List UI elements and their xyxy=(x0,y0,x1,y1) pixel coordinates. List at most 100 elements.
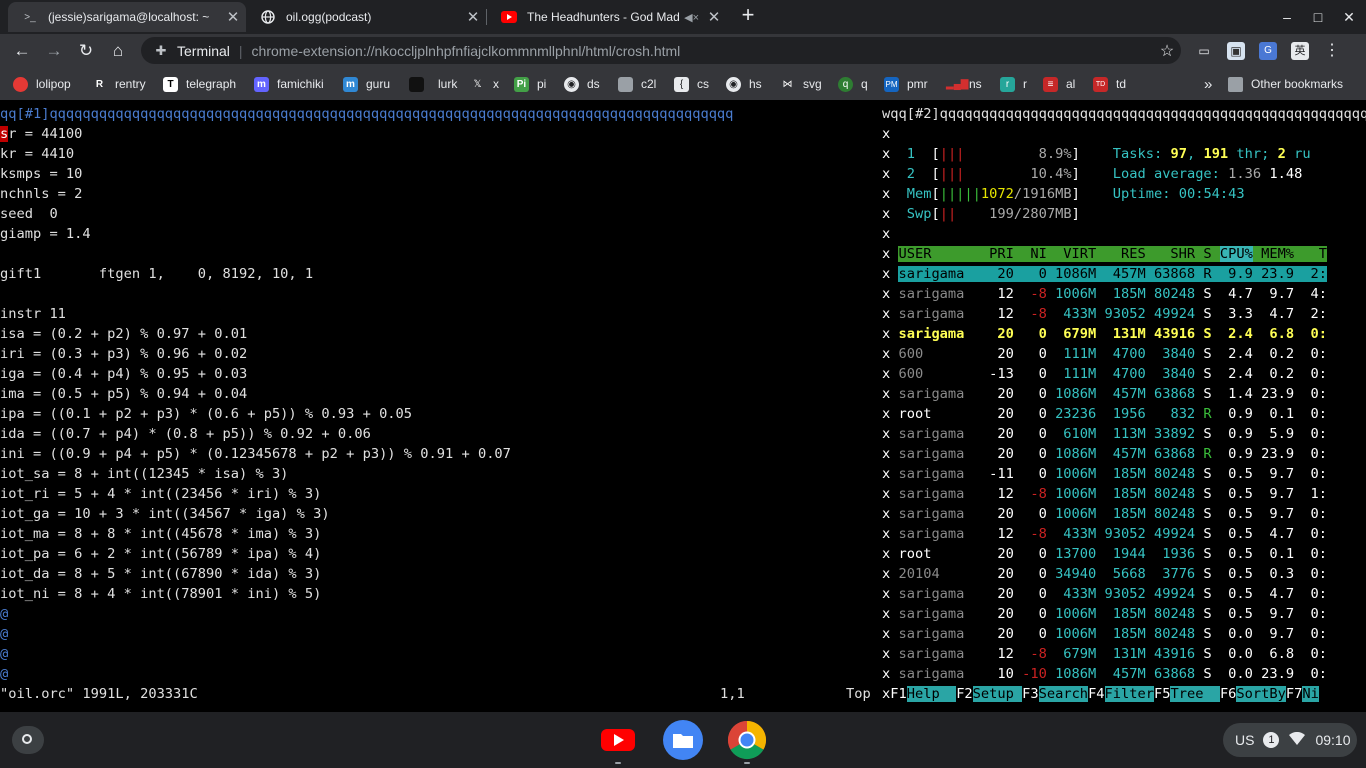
process-row[interactable]: x sarigama 20 0 1006M 185M 80248 S 0.5 9… xyxy=(882,604,1327,624)
other-bookmarks[interactable]: Other bookmarks xyxy=(1228,75,1343,93)
fkey-f1[interactable]: F1 xyxy=(890,686,906,702)
process-row[interactable]: x root 20 0 23236 1956 832 R 0.9 0.1 0: xyxy=(882,404,1327,424)
terminal-area[interactable]: qq[#1]qqqqqqqqqqqqqqqqqqqqqqqqqqqqqqqqqq… xyxy=(0,104,1366,708)
bookmark-telegraph[interactable]: Ttelegraph xyxy=(163,75,236,93)
close-icon[interactable]: ✕ xyxy=(701,8,727,26)
process-row[interactable]: x sarigama 20 0 433M 93052 49924 S 0.5 4… xyxy=(882,584,1327,604)
bookmark-r[interactable]: rr xyxy=(1000,75,1027,93)
process-row[interactable]: x sarigama 12 -8 433M 93052 49924 S 3.3 … xyxy=(882,304,1327,324)
bookmark-ns[interactable]: ▂▄▇ ns xyxy=(946,75,982,93)
shelf-app-files[interactable] xyxy=(663,720,703,760)
usage-cells: 0.5 9.7 0: xyxy=(1211,466,1328,482)
code-text: iga = (0.4 + p4) % 0.95 + 0.03 xyxy=(0,366,248,382)
fkey-label[interactable]: SortBy xyxy=(1236,686,1286,702)
code-line: gift1 ftgen 1, 0, 8192, 10, 1 xyxy=(0,264,313,284)
address-bar[interactable]: ✚ Terminal | chrome-extension://nkoccljp… xyxy=(141,37,1181,64)
status-tray[interactable]: US 1 09:10 xyxy=(1223,723,1357,757)
launcher-button[interactable] xyxy=(12,726,44,754)
menu-kebab-icon[interactable]: ⋮ xyxy=(1323,42,1341,60)
process-row[interactable]: x sarigama 12 -8 433M 93052 49924 S 0.5 … xyxy=(882,524,1327,544)
speaker-muted-icon[interactable]: ◀× xyxy=(684,11,699,24)
fkey-label[interactable]: Ni xyxy=(1302,686,1319,702)
bookmarks-overflow-button[interactable]: » xyxy=(1204,75,1212,93)
reload-button[interactable]: ↻ xyxy=(74,39,98,63)
tab-oil-podcast[interactable]: oil.ogg(podcast) ✕ xyxy=(246,2,486,32)
process-row[interactable]: x sarigama -11 0 1006M 185M 80248 S 0.5 … xyxy=(882,464,1327,484)
process-row[interactable]: x sarigama 20 0 1086M 457M 63868 S 1.4 2… xyxy=(882,384,1327,404)
bookmark-c2l[interactable]: c2l xyxy=(618,75,656,93)
bookmark-svg[interactable]: ⋈ svg xyxy=(780,75,822,93)
home-button[interactable]: ⌂ xyxy=(106,39,130,63)
close-window-button[interactable]: ✕ xyxy=(1338,6,1360,28)
process-row[interactable]: x sarigama 12 -8 679M 131M 43916 S 0.0 6… xyxy=(882,644,1327,664)
fkey-f2[interactable]: F2 xyxy=(956,686,972,702)
meter-bracket: ] xyxy=(1071,206,1080,222)
url-text[interactable]: chrome-extension://nkoccljplnhpfnfiajclk… xyxy=(252,43,1153,59)
bookmark-cs[interactable]: {cs xyxy=(674,75,709,93)
maximize-button[interactable]: □ xyxy=(1307,6,1329,28)
bookmark-hs[interactable]: ◉ hs xyxy=(726,75,762,93)
bookmark-x[interactable]: 𝕏x xyxy=(470,75,499,93)
shelf-app-youtube[interactable] xyxy=(598,720,638,760)
code-text: giamp = 1.4 xyxy=(0,226,91,242)
bookmark-guru[interactable]: m guru xyxy=(343,75,390,93)
shelf-app-chrome[interactable] xyxy=(727,720,767,760)
close-icon[interactable]: ✕ xyxy=(460,8,486,26)
minimize-button[interactable]: – xyxy=(1276,6,1298,28)
bookmark-q[interactable]: qq xyxy=(838,75,868,93)
process-row[interactable]: x 20104 20 0 34940 5668 3776 S 0.5 0.3 0… xyxy=(882,564,1327,584)
tab-terminal[interactable]: >_ (jessie)sarigama@localhost: ~ ✕ xyxy=(8,2,246,32)
state-cell: R xyxy=(1195,406,1212,422)
ime-icon[interactable]: 英 xyxy=(1291,42,1309,60)
image-extension-icon[interactable]: ▣ xyxy=(1227,42,1245,60)
bookmark-lurk[interactable]: lurk xyxy=(409,75,457,93)
back-button[interactable]: ← xyxy=(10,39,34,63)
bookmark-star-icon[interactable]: ☆ xyxy=(1153,41,1181,61)
new-tab-button[interactable]: + xyxy=(736,4,760,28)
process-row[interactable]: x sarigama 20 0 1006M 185M 80248 S 0.0 9… xyxy=(882,624,1327,644)
fkey-label[interactable]: Tree xyxy=(1170,686,1220,702)
process-row[interactable]: x sarigama 20 0 1086M 457M 63868 R 0.9 2… xyxy=(882,444,1327,464)
process-row[interactable]: x sarigama 10 -10 1086M 457M 63868 S 0.0… xyxy=(882,664,1327,684)
close-icon[interactable]: ✕ xyxy=(220,8,246,26)
forward-button[interactable]: → xyxy=(42,39,66,63)
process-row[interactable]: x sarigama 20 0 1006M 185M 80248 S 0.5 9… xyxy=(882,504,1327,524)
bookmark-ds[interactable]: ◉ ds xyxy=(564,75,600,93)
uptime-label: Uptime: xyxy=(1079,186,1179,202)
tab-youtube[interactable]: The Headhunters - God Mad ◀× ✕ xyxy=(487,2,727,32)
process-row[interactable]: x sarigama 12 -8 1006M 185M 80248 S 4.7 … xyxy=(882,284,1327,304)
fkey-label[interactable]: Setup xyxy=(972,686,1023,702)
bookmark-famichiki[interactable]: m famichiki xyxy=(254,75,324,93)
fkey-f7[interactable]: F7 xyxy=(1286,686,1302,702)
fkey-f4[interactable]: F4 xyxy=(1088,686,1104,702)
fkey-f5[interactable]: F5 xyxy=(1154,686,1170,702)
bookmark-pmr[interactable]: PM pmr xyxy=(884,75,928,93)
fkey-label[interactable]: Search xyxy=(1038,686,1089,702)
process-table-header: USER PRI NI VIRT RES SHR S xyxy=(898,246,1220,262)
code-line: kr = 4410 xyxy=(0,144,74,164)
reading-list-icon[interactable]: ▭ xyxy=(1195,42,1213,60)
process-row[interactable]: x sarigama 20 0 1086M 457M 63868 R 9.9 2… xyxy=(882,264,1327,284)
fkey-f3[interactable]: F3 xyxy=(1022,686,1038,702)
process-row[interactable]: x sarigama 12 -8 1006M 185M 80248 S 0.5 … xyxy=(882,484,1327,504)
state-cell: S xyxy=(1195,466,1212,482)
ni-cell: -8 xyxy=(1013,486,1047,502)
bookmark-lolipop[interactable]: lolipop xyxy=(13,75,71,93)
translate-icon[interactable]: G xyxy=(1259,42,1277,60)
bookmark-pi[interactable]: Pi pi xyxy=(514,75,546,93)
fkey-label[interactable]: Help xyxy=(906,686,957,702)
bookmark-td[interactable]: TD td xyxy=(1093,75,1126,93)
pri-cell: 12 xyxy=(972,646,1014,662)
code-line: sr = 44100 xyxy=(0,124,82,144)
process-row[interactable]: x 600 20 0 111M 4700 3840 S 2.4 0.2 0: xyxy=(882,344,1327,364)
bookmark-rentry[interactable]: Rrentry xyxy=(92,75,146,93)
fkey-label[interactable]: Filter xyxy=(1104,686,1154,702)
process-row[interactable]: x root 20 0 13700 1944 1936 S 0.5 0.1 0: xyxy=(882,544,1327,564)
res-cell: 1944 xyxy=(1096,546,1146,562)
process-row[interactable]: x sarigama 20 0 610M 113M 33892 S 0.9 5.… xyxy=(882,424,1327,444)
process-row[interactable]: x 600 -13 0 111M 4700 3840 S 2.4 0.2 0: xyxy=(882,364,1327,384)
bookmark-al[interactable]: ≡ al xyxy=(1043,75,1075,93)
fkey-f6[interactable]: F6 xyxy=(1220,686,1236,702)
pane-border: x xyxy=(882,246,899,262)
process-row[interactable]: x sarigama 20 0 679M 131M 43916 S 2.4 6.… xyxy=(882,324,1327,344)
